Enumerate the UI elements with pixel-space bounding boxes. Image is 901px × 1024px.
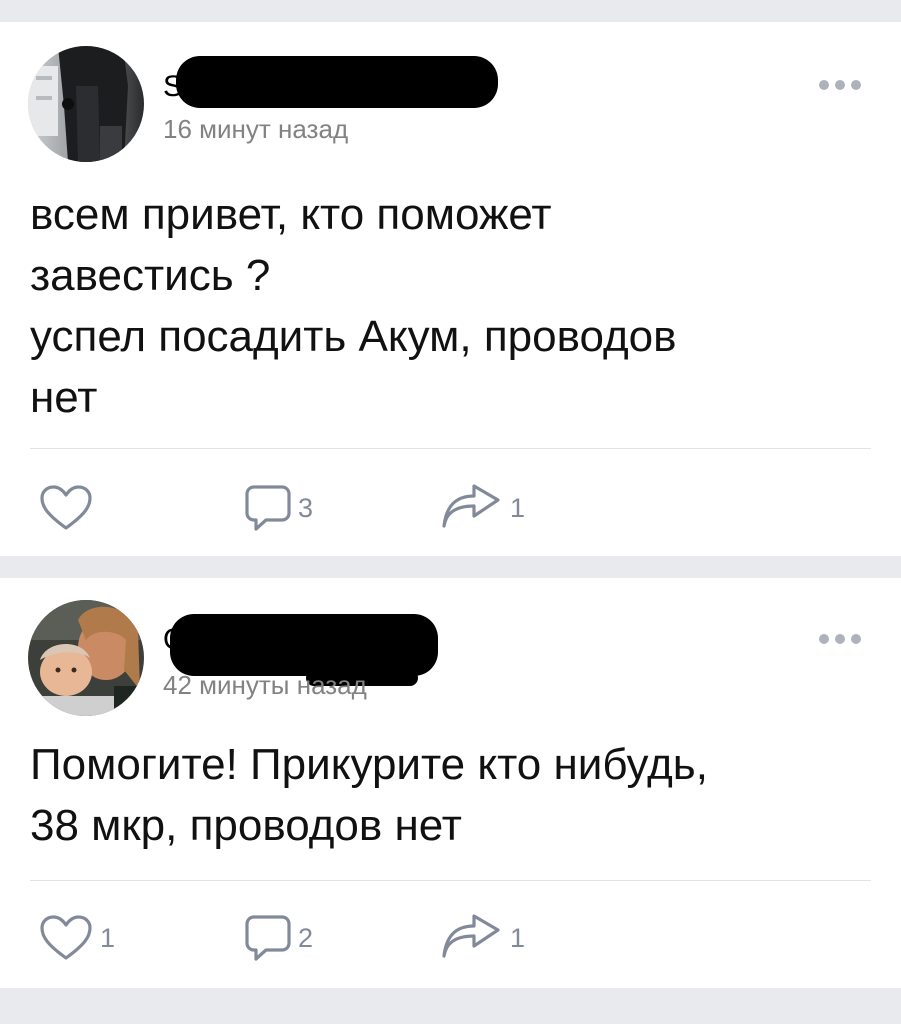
feed-top-gap (0, 0, 901, 22)
post-timestamp: 16 минут назад (163, 114, 349, 144)
post-text: всем привет, кто поможет завестись ? усп… (30, 184, 861, 428)
post-timestamp: 42 минуты назад (163, 670, 367, 700)
comment-count: 2 (298, 922, 314, 953)
post-text-line: успел посадить Акум, проводов (30, 312, 677, 361)
comment-icon (245, 485, 291, 531)
author-avatar[interactable] (28, 600, 144, 716)
comment-button[interactable]: 3 (244, 478, 313, 538)
post-text: Помогите! Прикурите кто нибудь, 38 мкр, … (30, 734, 861, 856)
redaction-mark (176, 56, 498, 108)
dot (835, 634, 845, 644)
dot (819, 80, 829, 90)
dot (851, 634, 861, 644)
news-feed: S 16 минут назад всем привет, кто поможе… (0, 0, 901, 1024)
like-button[interactable] (38, 478, 100, 538)
share-count: 1 (510, 492, 526, 523)
more-dots-icon[interactable] (819, 634, 861, 644)
share-arrow-icon (442, 914, 500, 958)
like-count: 1 (100, 922, 116, 953)
post-card: S 16 минут назад всем привет, кто поможе… (0, 22, 901, 556)
post-text-line: завестись ? (30, 251, 271, 300)
author-avatar[interactable] (28, 46, 144, 162)
dot (851, 80, 861, 90)
redaction-mark (170, 614, 438, 676)
divider (30, 880, 871, 881)
post-text-line: 38 мкр, проводов нет (30, 801, 462, 850)
heart-icon (40, 915, 92, 960)
post-actions: 3 1 (0, 478, 901, 538)
like-button[interactable]: 1 (38, 908, 115, 968)
more-dots-icon[interactable] (819, 80, 861, 90)
heart-icon (40, 485, 92, 530)
dot (835, 80, 845, 90)
post-text-line: Помогите! Прикурите кто нибудь, (30, 740, 708, 789)
post-card: О ва 42 минуты назад Помогите! Прикурите… (0, 578, 901, 988)
post-text-line: нет (30, 373, 98, 422)
dot (819, 634, 829, 644)
comment-button[interactable]: 2 (244, 908, 313, 968)
divider (30, 448, 871, 449)
comment-icon (245, 915, 291, 961)
share-count: 1 (510, 922, 526, 953)
share-button[interactable]: 1 (440, 908, 525, 968)
post-text-line: всем привет, кто поможет (30, 190, 552, 239)
post-actions: 1 2 1 (0, 908, 901, 968)
share-arrow-icon (442, 484, 500, 528)
share-button[interactable]: 1 (440, 478, 525, 538)
comment-count: 3 (298, 492, 314, 523)
